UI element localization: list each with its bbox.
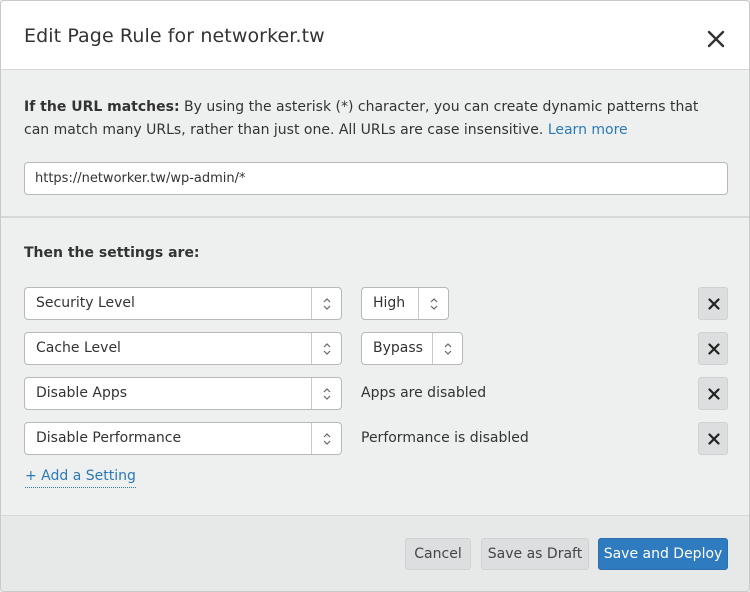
chevron-up-down-icon xyxy=(323,388,331,400)
setting-select-disable-performance[interactable]: Disable Performance xyxy=(24,422,342,455)
setting-select-security-level[interactable]: Security Level xyxy=(24,287,342,320)
setting-select-cache-level[interactable]: Cache Level xyxy=(24,332,342,365)
url-match-lead: If the URL matches: xyxy=(24,99,180,115)
chevron-up-down-icon xyxy=(430,298,438,310)
remove-setting-button[interactable] xyxy=(698,422,728,455)
value-select-security-level[interactable]: High xyxy=(361,287,449,320)
setting-select-label: Cache Level xyxy=(36,340,121,356)
select-stepper xyxy=(311,288,341,319)
value-select-label: Bypass xyxy=(373,340,423,356)
settings-title: Then the settings are: xyxy=(24,245,200,261)
edit-page-rule-dialog: Edit Page Rule for networker.tw If the U… xyxy=(0,0,750,592)
setting-select-label: Disable Apps xyxy=(36,385,128,401)
dialog-footer: Cancel Save as Draft Save and Deploy xyxy=(1,516,749,591)
url-match-description: If the URL matches: By using the asteris… xyxy=(24,96,724,142)
chevron-up-down-icon xyxy=(444,343,452,355)
select-stepper xyxy=(311,378,341,409)
remove-setting-button[interactable] xyxy=(698,377,728,410)
remove-x-icon xyxy=(708,298,720,310)
url-match-section: If the URL matches: By using the asteris… xyxy=(1,71,749,217)
setting-select-label: Security Level xyxy=(36,295,135,311)
setting-value-text: Performance is disabled xyxy=(361,430,529,446)
save-as-draft-button[interactable]: Save as Draft xyxy=(481,538,589,570)
setting-select-label: Disable Performance xyxy=(36,430,182,446)
url-pattern-input[interactable] xyxy=(24,162,728,195)
section-divider xyxy=(1,216,749,218)
setting-value-text: Apps are disabled xyxy=(361,385,487,401)
add-setting-link[interactable]: + Add a Setting xyxy=(25,468,136,488)
setting-select-disable-apps[interactable]: Disable Apps xyxy=(24,377,342,410)
remove-x-icon xyxy=(708,433,720,445)
chevron-up-down-icon xyxy=(323,433,331,445)
close-icon xyxy=(707,30,725,48)
value-select-cache-level[interactable]: Bypass xyxy=(361,332,463,365)
cancel-button[interactable]: Cancel xyxy=(405,538,471,570)
remove-setting-button[interactable] xyxy=(698,287,728,320)
close-button[interactable] xyxy=(704,27,728,51)
dialog-header: Edit Page Rule for networker.tw xyxy=(1,1,749,70)
select-stepper xyxy=(418,288,448,319)
value-select-label: High xyxy=(373,295,406,311)
remove-x-icon xyxy=(708,388,720,400)
learn-more-link[interactable]: Learn more xyxy=(548,122,628,138)
remove-x-icon xyxy=(708,343,720,355)
dialog-title: Edit Page Rule for networker.tw xyxy=(24,25,325,47)
chevron-up-down-icon xyxy=(323,298,331,310)
chevron-up-down-icon xyxy=(323,343,331,355)
remove-setting-button[interactable] xyxy=(698,332,728,365)
select-stepper xyxy=(311,333,341,364)
select-stepper xyxy=(432,333,462,364)
save-and-deploy-button[interactable]: Save and Deploy xyxy=(598,538,728,570)
select-stepper xyxy=(311,423,341,454)
